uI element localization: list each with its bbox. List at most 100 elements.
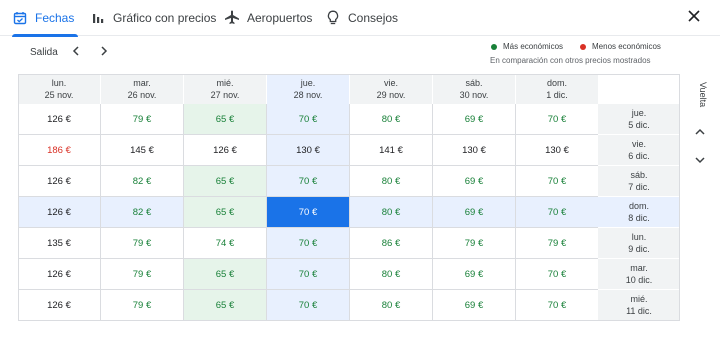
price-cell[interactable]: 70 € bbox=[267, 259, 350, 290]
tab-fechas-label: Fechas bbox=[35, 11, 75, 25]
red-dot-icon bbox=[580, 43, 586, 50]
bar-chart-icon bbox=[90, 10, 106, 26]
tab-bar: Fechas Gráfico con precios Aeropuertos C… bbox=[0, 0, 720, 37]
price-cell[interactable]: 79 € bbox=[101, 228, 184, 259]
chevron-down-icon bbox=[695, 151, 705, 169]
price-cell[interactable]: 70 € bbox=[267, 290, 350, 321]
price-cell[interactable]: 186 € bbox=[18, 135, 101, 166]
return-date: 7 dic. bbox=[628, 182, 650, 192]
lightbulb-icon bbox=[325, 10, 341, 26]
price-cell[interactable]: 80 € bbox=[350, 259, 433, 290]
price-cell[interactable]: 70 € bbox=[267, 197, 350, 228]
return-header: mar. 10 dic. bbox=[598, 259, 680, 290]
return-header: jue. 5 dic. bbox=[598, 104, 680, 135]
departure-day: mié. bbox=[216, 78, 234, 88]
price-cell[interactable]: 80 € bbox=[350, 166, 433, 197]
tab-aeropuertos[interactable]: Aeropuertos bbox=[224, 0, 312, 36]
price-cell[interactable]: 69 € bbox=[433, 166, 516, 197]
price-cell[interactable]: 130 € bbox=[267, 135, 350, 166]
tab-grafico-label: Gráfico con precios bbox=[113, 11, 217, 25]
price-cell[interactable]: 70 € bbox=[267, 166, 350, 197]
vuelta-prev-button[interactable] bbox=[692, 124, 708, 140]
price-cell[interactable]: 79 € bbox=[101, 104, 184, 135]
price-cell[interactable]: 70 € bbox=[516, 104, 599, 135]
legend-cheap-label: Más económicos bbox=[503, 42, 564, 51]
price-cell[interactable]: 126 € bbox=[184, 135, 267, 166]
price-cell[interactable]: 69 € bbox=[433, 104, 516, 135]
departure-day: vie. bbox=[383, 78, 398, 88]
price-cell[interactable]: 70 € bbox=[516, 166, 599, 197]
price-cell[interactable]: 80 € bbox=[350, 197, 433, 228]
price-cell[interactable]: 135 € bbox=[18, 228, 101, 259]
chevron-up-icon bbox=[695, 123, 705, 141]
price-cell[interactable]: 141 € bbox=[350, 135, 433, 166]
return-header: mié. 11 dic. bbox=[598, 290, 680, 321]
salida-label: Salida bbox=[30, 47, 58, 58]
tab-aeropuertos-label: Aeropuertos bbox=[247, 11, 313, 25]
price-cell[interactable]: 80 € bbox=[350, 290, 433, 321]
departure-day: dom. bbox=[546, 78, 567, 88]
price-cell[interactable]: 79 € bbox=[101, 290, 184, 321]
price-cell[interactable]: 126 € bbox=[18, 259, 101, 290]
departure-date: 28 nov. bbox=[293, 90, 323, 100]
salida-prev-button[interactable] bbox=[69, 45, 83, 59]
airplane-icon bbox=[224, 10, 240, 26]
departure-date: 1 dic. bbox=[546, 90, 568, 100]
return-date: 9 dic. bbox=[628, 244, 650, 254]
price-cell[interactable]: 79 € bbox=[101, 259, 184, 290]
departure-header: vie. 29 nov. bbox=[350, 74, 433, 104]
salida-next-button[interactable] bbox=[97, 45, 111, 59]
return-date: 6 dic. bbox=[628, 151, 650, 161]
green-dot-icon bbox=[491, 43, 497, 50]
return-date: 8 dic. bbox=[628, 213, 650, 223]
departure-header: mar. 26 nov. bbox=[101, 74, 184, 104]
departure-day: lun. bbox=[51, 78, 67, 88]
chevron-left-icon bbox=[72, 43, 80, 61]
price-cell[interactable]: 65 € bbox=[184, 259, 267, 290]
price-cell[interactable]: 126 € bbox=[18, 166, 101, 197]
price-cell[interactable]: 65 € bbox=[184, 104, 267, 135]
price-cell[interactable]: 65 € bbox=[184, 290, 267, 321]
departure-date: 29 nov. bbox=[376, 90, 406, 100]
price-cell[interactable]: 79 € bbox=[516, 228, 599, 259]
price-cell[interactable]: 130 € bbox=[516, 135, 599, 166]
price-cell[interactable]: 126 € bbox=[18, 197, 101, 228]
tab-grafico[interactable]: Gráfico con precios bbox=[90, 0, 216, 36]
price-cell[interactable]: 82 € bbox=[101, 166, 184, 197]
departure-date: 25 nov. bbox=[44, 90, 74, 100]
tab-consejos-label: Consejos bbox=[348, 11, 399, 25]
price-cell[interactable]: 82 € bbox=[101, 197, 184, 228]
price-cell[interactable]: 69 € bbox=[433, 197, 516, 228]
price-cell[interactable]: 126 € bbox=[18, 290, 101, 321]
price-cell[interactable]: 70 € bbox=[267, 104, 350, 135]
tab-consejos[interactable]: Consejos bbox=[325, 0, 398, 36]
price-cell[interactable]: 86 € bbox=[350, 228, 433, 259]
price-cell[interactable]: 74 € bbox=[184, 228, 267, 259]
price-cell[interactable]: 65 € bbox=[184, 166, 267, 197]
vuelta-next-button[interactable] bbox=[692, 152, 708, 168]
price-cell[interactable]: 69 € bbox=[433, 290, 516, 321]
close-button[interactable] bbox=[684, 8, 704, 28]
return-date: 5 dic. bbox=[628, 120, 650, 130]
departure-header: sáb. 30 nov. bbox=[433, 74, 516, 104]
price-cell[interactable]: 79 € bbox=[433, 228, 516, 259]
price-cell[interactable]: 70 € bbox=[516, 259, 599, 290]
return-header: sáb. 7 dic. bbox=[598, 166, 680, 197]
price-cell[interactable]: 80 € bbox=[350, 104, 433, 135]
chevron-right-icon bbox=[100, 43, 108, 61]
return-day: mié. bbox=[630, 294, 648, 304]
price-cell[interactable]: 70 € bbox=[516, 197, 599, 228]
tab-fechas[interactable]: Fechas bbox=[12, 0, 79, 37]
price-cell[interactable]: 145 € bbox=[101, 135, 184, 166]
departure-date: 27 nov. bbox=[210, 90, 240, 100]
return-date: 10 dic. bbox=[625, 275, 653, 285]
price-cell[interactable]: 65 € bbox=[184, 197, 267, 228]
return-day: sáb. bbox=[630, 170, 648, 180]
departure-day: sáb. bbox=[465, 78, 483, 88]
price-cell[interactable]: 126 € bbox=[18, 104, 101, 135]
price-cell[interactable]: 69 € bbox=[433, 259, 516, 290]
price-cell[interactable]: 70 € bbox=[516, 290, 599, 321]
price-cell[interactable]: 70 € bbox=[267, 228, 350, 259]
return-header: vie. 6 dic. bbox=[598, 135, 680, 166]
price-cell[interactable]: 130 € bbox=[433, 135, 516, 166]
